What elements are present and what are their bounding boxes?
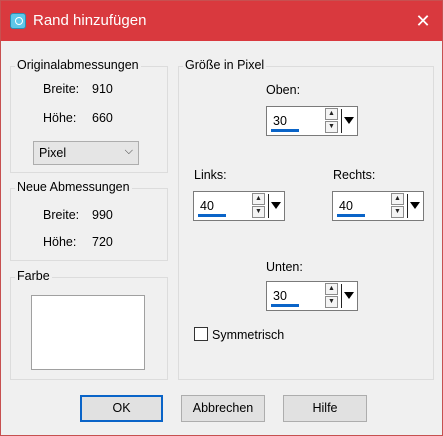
cancel-button[interactable]: Abbrechen xyxy=(181,395,265,422)
original-height-value: 660 xyxy=(92,111,113,125)
new-dimensions-heading: Neue Abmessungen xyxy=(15,180,132,194)
camera-icon xyxy=(10,13,26,29)
close-icon[interactable]: ✕ xyxy=(412,10,434,32)
spin-up-icon[interactable]: ▲ xyxy=(391,193,404,205)
top-stepper[interactable]: ▲ ▼ xyxy=(325,108,338,134)
right-spinbox[interactable]: 40 ▲ ▼ xyxy=(332,191,424,221)
symmetric-label[interactable]: Symmetrisch xyxy=(212,328,284,342)
chevron-down-icon: ⌵ xyxy=(124,145,133,157)
left-stepper[interactable]: ▲ ▼ xyxy=(252,193,265,219)
new-height-label: Höhe: xyxy=(43,235,77,249)
original-dimensions-heading: Originalabmessungen xyxy=(15,58,141,72)
spin-up-icon[interactable]: ▲ xyxy=(252,193,265,205)
left-value[interactable]: 40 xyxy=(200,199,214,213)
original-height-label: Höhe: xyxy=(43,111,77,125)
top-label: Oben: xyxy=(266,83,301,97)
spin-down-icon[interactable]: ▼ xyxy=(325,121,338,133)
spin-down-icon[interactable]: ▼ xyxy=(252,206,265,218)
dropdown-arrow-icon[interactable] xyxy=(341,284,355,308)
left-value-highlight xyxy=(198,214,226,217)
bottom-stepper[interactable]: ▲ ▼ xyxy=(325,283,338,309)
top-value-highlight xyxy=(271,129,299,132)
bottom-value[interactable]: 30 xyxy=(273,289,287,303)
new-width-label: Breite: xyxy=(43,208,80,222)
dropdown-arrow-icon[interactable] xyxy=(341,109,355,133)
top-value[interactable]: 30 xyxy=(273,114,287,128)
new-dimensions-group: Neue Abmessungen xyxy=(10,180,168,261)
ok-button[interactable]: OK xyxy=(80,395,163,422)
unit-select[interactable]: Pixel ⌵ xyxy=(33,141,139,165)
bottom-spinbox[interactable]: 30 ▲ ▼ xyxy=(266,281,358,311)
right-label: Rechts: xyxy=(333,168,376,182)
top-spinbox[interactable]: 30 ▲ ▼ xyxy=(266,106,358,136)
right-value[interactable]: 40 xyxy=(339,199,353,213)
bottom-label: Unten: xyxy=(266,260,303,274)
title-bar[interactable]: Rand hinzufügen ✕ xyxy=(1,1,442,41)
help-button[interactable]: Hilfe xyxy=(283,395,367,422)
spin-down-icon[interactable]: ▼ xyxy=(391,206,404,218)
spin-up-icon[interactable]: ▲ xyxy=(325,283,338,295)
new-height-value: 720 xyxy=(92,235,113,249)
left-label: Links: xyxy=(194,168,227,182)
right-value-highlight xyxy=(337,214,365,217)
left-spinbox[interactable]: 40 ▲ ▼ xyxy=(193,191,285,221)
original-width-value: 910 xyxy=(92,82,113,96)
dialog-window: Rand hinzufügen ✕ Originalabmessungen Br… xyxy=(0,0,443,436)
window-title: Rand hinzufügen xyxy=(33,12,147,29)
size-heading: Größe in Pixel xyxy=(183,58,267,72)
spin-down-icon[interactable]: ▼ xyxy=(325,296,338,308)
dropdown-arrow-icon[interactable] xyxy=(268,194,282,218)
new-width-value: 990 xyxy=(92,208,113,222)
original-width-label: Breite: xyxy=(43,82,80,96)
color-heading: Farbe xyxy=(15,269,52,283)
dropdown-arrow-icon[interactable] xyxy=(407,194,421,218)
color-swatch[interactable] xyxy=(31,295,145,370)
bottom-value-highlight xyxy=(271,304,299,307)
right-stepper[interactable]: ▲ ▼ xyxy=(391,193,404,219)
spin-up-icon[interactable]: ▲ xyxy=(325,108,338,120)
unit-select-value: Pixel xyxy=(39,146,67,160)
symmetric-checkbox[interactable] xyxy=(194,327,208,341)
